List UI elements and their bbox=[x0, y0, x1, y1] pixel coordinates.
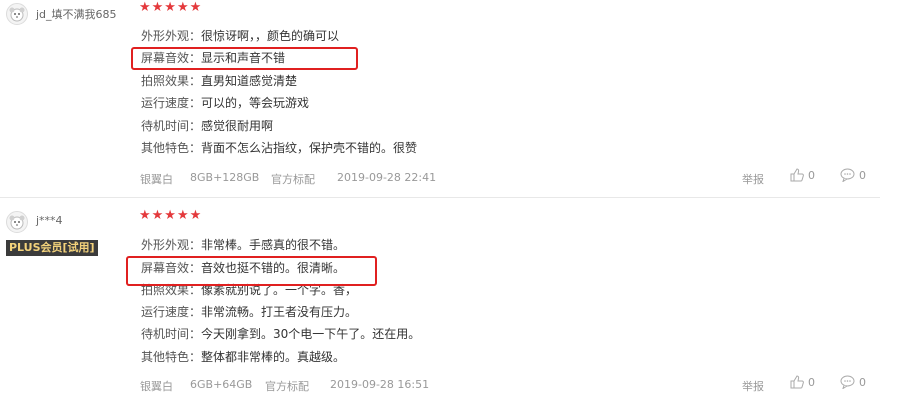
attr-battery: 待机时间：感觉很耐用啊 bbox=[141, 118, 273, 134]
attr-label: 外形外观： bbox=[141, 238, 202, 252]
report-link[interactable]: 举报 bbox=[742, 171, 764, 187]
attr-label: 待机时间： bbox=[141, 119, 202, 133]
report-link[interactable]: 举报 bbox=[742, 378, 764, 394]
review-date: 2019-09-28 16:51 bbox=[330, 378, 430, 391]
attr-speed: 运行速度：非常流畅。打王者没有压力。 bbox=[141, 304, 357, 320]
attr-value: 背面不怎么沾指纹，保护壳不错的。很赞 bbox=[201, 141, 418, 155]
comment-icon bbox=[840, 375, 855, 392]
attr-value: 像素就别说了。一个字。香， bbox=[201, 283, 358, 297]
attr-value: 显示和声音不错 bbox=[201, 51, 286, 65]
attr-label: 拍照效果： bbox=[141, 283, 202, 297]
comment-count: 0 bbox=[859, 376, 866, 389]
user-name: j***4 bbox=[36, 214, 63, 227]
star-rating: ★★★★★ bbox=[139, 208, 203, 223]
attr-label: 屏幕音效： bbox=[141, 261, 202, 275]
product-color: 银翼白 bbox=[140, 380, 173, 393]
avatar-icon bbox=[9, 7, 25, 22]
attr-battery: 待机时间：今天刚拿到。30个电一下午了。还在用。 bbox=[141, 326, 420, 342]
attr-appearance: 外形外观：非常棒。手感真的很不错。 bbox=[141, 237, 345, 253]
review-item: j***4 PLUS会员[试用] ★★★★★ 外形外观：非常棒。手感真的很不错。… bbox=[0, 199, 880, 400]
attr-label: 屏幕音效： bbox=[141, 51, 202, 65]
review-date: 2019-09-28 22:41 bbox=[337, 171, 437, 184]
attr-value: 今天刚拿到。30个电一下午了。还在用。 bbox=[201, 327, 421, 341]
attr-label: 外形外观： bbox=[141, 29, 202, 43]
attr-value: 可以的，等会玩游戏 bbox=[201, 96, 310, 110]
attr-value: 很惊讶啊，，颜色的确可以 bbox=[201, 29, 340, 43]
review-item: jd_填不满我685 ★★★★★ 外形外观：很惊讶啊，，颜色的确可以 屏幕音效：… bbox=[0, 0, 880, 197]
product-color: 银翼白 bbox=[140, 173, 173, 186]
attr-value: 音效也挺不错的。很清晰。 bbox=[201, 261, 346, 275]
comment-icon bbox=[840, 168, 855, 185]
thumbs-up-icon bbox=[790, 375, 804, 392]
attr-label: 待机时间： bbox=[141, 327, 202, 341]
attr-label: 运行速度： bbox=[141, 96, 202, 110]
attr-appearance: 外形外观：很惊讶啊，，颜色的确可以 bbox=[141, 28, 339, 44]
attr-label: 其他特色： bbox=[141, 350, 202, 364]
like-button[interactable]: 0 bbox=[790, 168, 815, 185]
attr-camera: 拍照效果：直男知道感觉清楚 bbox=[141, 73, 297, 89]
plus-member-badge: PLUS会员[试用] bbox=[6, 240, 98, 256]
like-count: 0 bbox=[808, 376, 815, 389]
attr-label: 拍照效果： bbox=[141, 74, 202, 88]
product-spec: 8GB+128GB bbox=[190, 171, 260, 184]
review-divider bbox=[0, 197, 880, 198]
thumbs-up-icon bbox=[790, 168, 804, 185]
attr-value: 直男知道感觉清楚 bbox=[201, 74, 298, 88]
star-rating: ★★★★★ bbox=[139, 0, 203, 15]
comment-button[interactable]: 0 bbox=[840, 168, 866, 185]
attr-screen-sound: 屏幕音效：显示和声音不错 bbox=[141, 50, 285, 66]
attr-label: 其他特色： bbox=[141, 141, 202, 155]
attr-value: 整体都非常棒的。真越级。 bbox=[201, 350, 346, 364]
attr-other: 其他特色：背面不怎么沾指纹，保护壳不错的。很赞 bbox=[141, 140, 417, 156]
like-button[interactable]: 0 bbox=[790, 375, 815, 392]
product-spec: 6GB+64GB bbox=[190, 378, 253, 391]
attr-screen-sound: 屏幕音效：音效也挺不错的。很清晰。 bbox=[141, 260, 345, 276]
attr-value: 感觉很耐用啊 bbox=[201, 119, 274, 133]
avatar[interactable] bbox=[6, 211, 28, 233]
product-package: 官方标配 bbox=[271, 173, 315, 186]
attr-label: 运行速度： bbox=[141, 305, 202, 319]
attr-value: 非常流畅。打王者没有压力。 bbox=[201, 305, 358, 319]
attr-speed: 运行速度：可以的，等会玩游戏 bbox=[141, 95, 309, 111]
attr-other: 其他特色：整体都非常棒的。真越级。 bbox=[141, 349, 345, 365]
avatar-icon bbox=[9, 215, 25, 230]
attr-camera: 拍照效果：像素就别说了。一个字。香， bbox=[141, 282, 357, 298]
attr-value: 非常棒。手感真的很不错。 bbox=[201, 238, 346, 252]
comment-button[interactable]: 0 bbox=[840, 375, 866, 392]
user-name: jd_填不满我685 bbox=[36, 8, 117, 21]
product-package: 官方标配 bbox=[265, 380, 309, 393]
avatar[interactable] bbox=[6, 3, 28, 25]
comment-count: 0 bbox=[859, 169, 866, 182]
like-count: 0 bbox=[808, 169, 815, 182]
